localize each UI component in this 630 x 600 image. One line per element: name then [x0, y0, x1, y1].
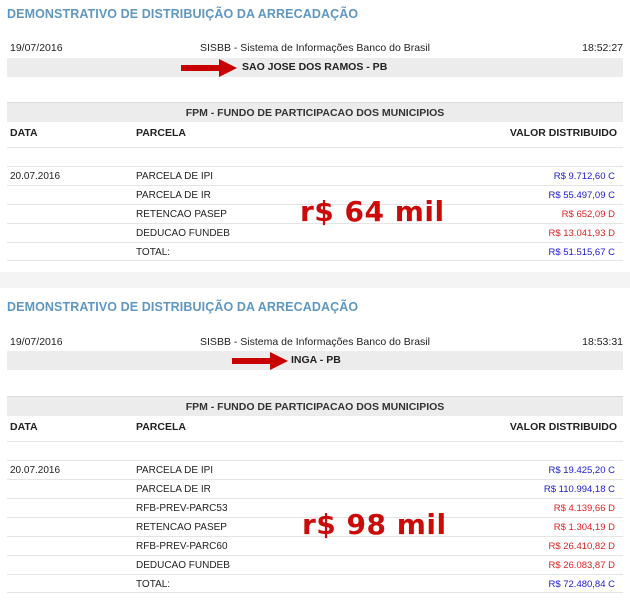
row-parcela: DEDUCAO FUNDEB [136, 228, 230, 239]
section-title: FPM - FUNDO DE PARTICIPACAO DOS MUNICIPI… [185, 107, 445, 119]
column-header-data: DATA [10, 421, 38, 433]
report-time: 18:52:27 [582, 42, 623, 54]
municipality-bar: INGA - PB [7, 351, 623, 370]
municipality-bar: SAO JOSE DOS RAMOS - PB [7, 58, 623, 77]
row-parcela: TOTAL: [136, 247, 171, 258]
row-parcela: RFB-PREV-PARC53 [136, 503, 228, 514]
report-meta: 19/07/2016 SISBB - Sistema de Informaçõe… [7, 42, 623, 56]
row-date: 20.07.2016 [10, 171, 61, 182]
page-title: DEMONSTRATIVO DE DISTRIBUIÇÃO DA ARRECAD… [7, 300, 359, 314]
municipality-name: INGA - PB [291, 354, 341, 366]
overlay-amount-annotation: r$ 64 mil [300, 195, 445, 228]
system-name: SISBB - Sistema de Informações Banco do … [200, 42, 430, 54]
table-row: PARCELA DE IR R$ 110.994,18 C [7, 479, 623, 498]
section-header: FPM - FUNDO DE PARTICIPACAO DOS MUNICIPI… [7, 102, 623, 122]
row-parcela: PARCELA DE IPI [136, 171, 214, 182]
row-valor: R$ 26.083,87 D [548, 560, 615, 571]
overlay-amount-annotation: r$ 98 mil [302, 508, 447, 541]
row-valor: R$ 51.515,67 C [548, 247, 615, 258]
red-arrow-icon [232, 352, 288, 370]
row-valor: R$ 4.139,66 D [553, 503, 615, 514]
row-parcela: TOTAL: [136, 579, 171, 590]
row-parcela: PARCELA DE IR [136, 190, 211, 201]
panel-separator [0, 272, 630, 288]
table-row-total: TOTAL: R$ 51.515,67 C [7, 242, 623, 261]
row-valor: R$ 9.712,60 C [553, 171, 615, 182]
row-parcela: DEDUCAO FUNDEB [136, 560, 230, 571]
section-title: FPM - FUNDO DE PARTICIPACAO DOS MUNICIPI… [185, 401, 445, 413]
table-row-total: TOTAL: R$ 72.480,84 C [7, 574, 623, 593]
row-valor: R$ 72.480,84 C [548, 579, 615, 590]
row-parcela: PARCELA DE IR [136, 484, 211, 495]
column-header-parcela: PARCELA [136, 127, 186, 139]
row-parcela: PARCELA DE IPI [136, 465, 214, 476]
column-header-valor: VALOR DISTRIBUIDO [509, 127, 617, 139]
row-valor: R$ 13.041,93 D [548, 228, 615, 239]
column-header-parcela: PARCELA [136, 421, 186, 433]
municipality-name: SAO JOSE DOS RAMOS - PB [242, 61, 388, 73]
column-header-valor: VALOR DISTRIBUIDO [509, 421, 617, 433]
row-valor: R$ 1.304,19 D [553, 522, 615, 533]
table-row [7, 441, 623, 460]
page-title: DEMONSTRATIVO DE DISTRIBUIÇÃO DA ARRECAD… [7, 7, 359, 21]
red-arrow-icon [181, 59, 237, 77]
row-valor: R$ 652,09 D [561, 209, 615, 220]
report-meta: 19/07/2016 SISBB - Sistema de Informaçõe… [7, 336, 623, 350]
row-parcela: RFB-PREV-PARC60 [136, 541, 228, 552]
table-column-headers: DATA PARCELA VALOR DISTRIBUIDO [7, 127, 623, 143]
table-row: 20.07.2016 PARCELA DE IPI R$ 19.425,20 C [7, 460, 623, 479]
table-column-headers: DATA PARCELA VALOR DISTRIBUIDO [7, 421, 623, 437]
row-date: 20.07.2016 [10, 465, 61, 476]
table-row [7, 147, 623, 166]
row-valor: R$ 110.994,18 C [543, 484, 615, 495]
report-time: 18:53:31 [582, 336, 623, 348]
table-row: DEDUCAO FUNDEB R$ 26.083,87 D [7, 555, 623, 574]
system-name: SISBB - Sistema de Informações Banco do … [200, 336, 430, 348]
table-row: 20.07.2016 PARCELA DE IPI R$ 9.712,60 C [7, 166, 623, 185]
row-parcela: RETENCAO PASEP [136, 522, 227, 533]
section-header: FPM - FUNDO DE PARTICIPACAO DOS MUNICIPI… [7, 396, 623, 416]
row-valor: R$ 26.410,82 D [548, 541, 615, 552]
row-valor: R$ 55.497,09 C [548, 190, 615, 201]
statement-panel-inga: DEMONSTRATIVO DE DISTRIBUIÇÃO DA ARRECAD… [0, 288, 630, 600]
row-parcela: RETENCAO PASEP [136, 209, 227, 220]
statement-panel-sao-jose-dos-ramos: DEMONSTRATIVO DE DISTRIBUIÇÃO DA ARRECAD… [0, 0, 630, 272]
column-header-data: DATA [10, 127, 38, 139]
row-valor: R$ 19.425,20 C [548, 465, 615, 476]
